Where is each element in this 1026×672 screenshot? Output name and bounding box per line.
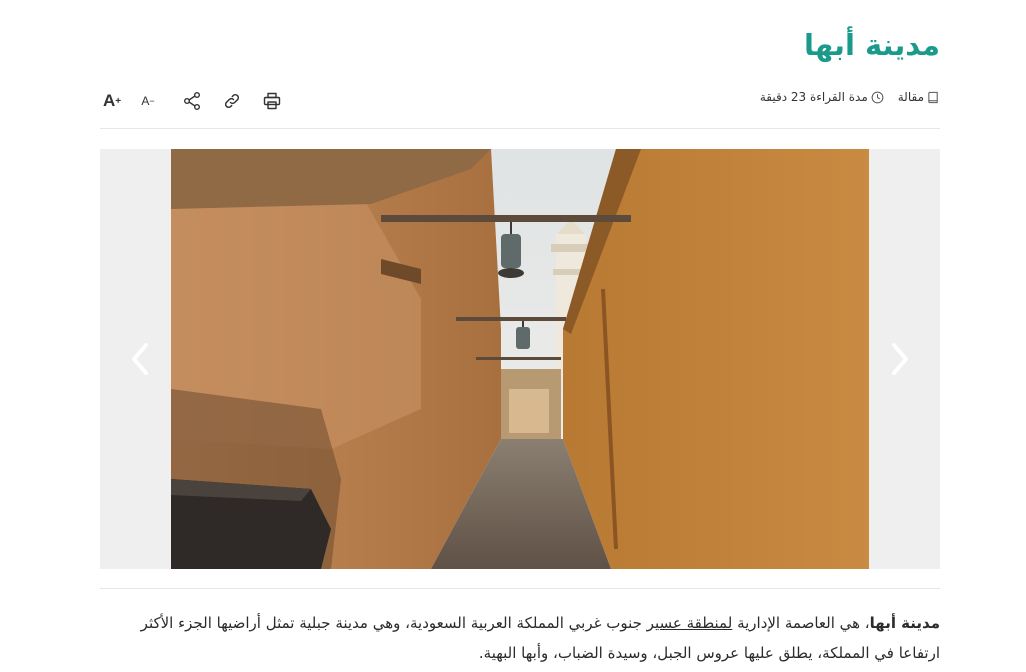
gallery-next-button[interactable] (884, 341, 914, 377)
article-toolbar: A + A − مقالة مدة القراءة 23 دقيقة (100, 86, 940, 116)
image-gallery (100, 149, 940, 569)
clock-icon (871, 91, 884, 103)
lead-text-part1: ، هي العاصمة الإدارية (732, 614, 870, 632)
share-icon (184, 92, 200, 110)
copy-link-button[interactable] (220, 89, 244, 113)
gallery-divider (100, 588, 940, 589)
toolbar-divider (100, 128, 940, 129)
font-decrease-button[interactable]: A − (136, 89, 160, 113)
gallery-prev-button[interactable] (126, 341, 156, 377)
article-type: مقالة (898, 90, 940, 104)
share-button[interactable] (180, 89, 204, 113)
lead-bold-text: مدينة أبها (869, 614, 940, 632)
gallery-photo-abha-alley (171, 149, 869, 569)
font-decrease-label: A (141, 94, 150, 108)
article-meta: مقالة مدة القراءة 23 دقيقة (760, 90, 940, 104)
alley-illustration (171, 149, 869, 569)
article-lead-paragraph: مدينة أبها، هي العاصمة الإدارية لمنطقة ع… (100, 608, 940, 668)
print-button[interactable] (260, 89, 284, 113)
link-icon (224, 93, 240, 109)
chevron-left-icon (132, 343, 148, 375)
font-increase-label: A (102, 91, 116, 110)
page-title: مدينة أبها (804, 28, 940, 62)
reading-time: مدة القراءة 23 دقيقة (760, 90, 884, 104)
asir-region-link[interactable]: لمنطقة عسير (647, 614, 733, 632)
font-increase-button[interactable]: A + (100, 89, 124, 113)
reading-time-label: مدة القراءة 23 دقيقة (759, 90, 868, 104)
book-icon (928, 91, 938, 103)
font-decrease-sup: − (149, 96, 155, 106)
tools-group: A + A − (100, 86, 284, 116)
article-type-label: مقالة (897, 90, 924, 104)
print-icon (263, 92, 281, 110)
font-increase-sup: + (115, 95, 122, 107)
chevron-right-icon (892, 343, 908, 375)
